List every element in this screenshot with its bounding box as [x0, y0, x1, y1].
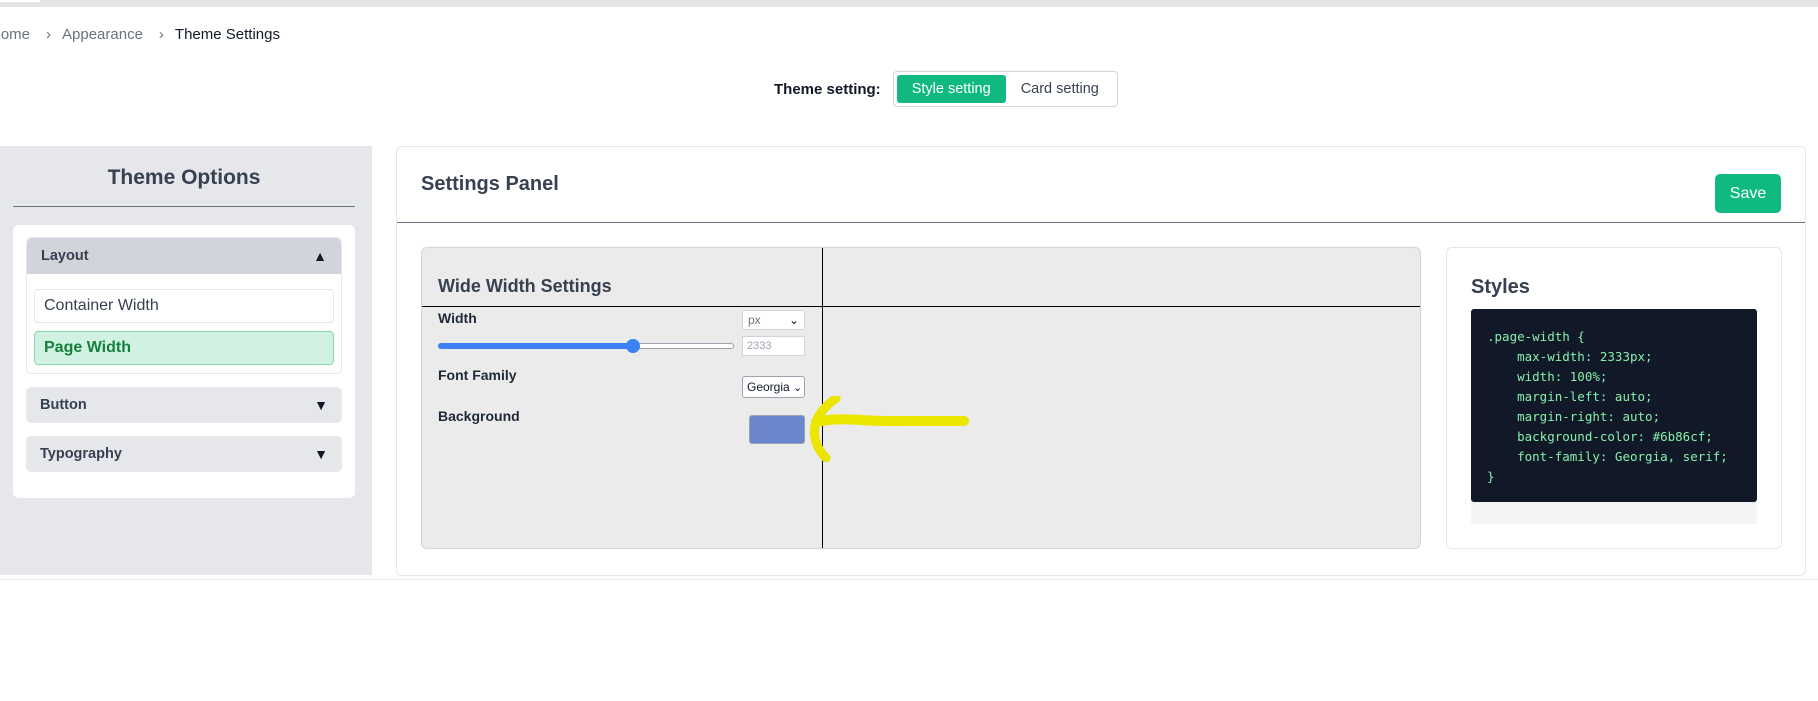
- theme-setting-switch: Theme setting: Style setting Card settin…: [774, 71, 1118, 107]
- option-page-width[interactable]: Page Width: [34, 331, 334, 365]
- unit-select[interactable]: px ⌄: [742, 310, 805, 330]
- horizontal-guide-line: [422, 306, 1420, 307]
- settings-panel: Settings Panel Save Wide Width Settings …: [396, 146, 1806, 576]
- chevron-down-icon: ⌄: [788, 313, 799, 327]
- width-slider[interactable]: [438, 339, 734, 353]
- option-container-width[interactable]: Container Width: [34, 289, 334, 323]
- accordion-layout-header[interactable]: Layout ▲: [27, 238, 341, 274]
- theme-setting-toggle: Style setting Card setting: [892, 71, 1118, 107]
- breadcrumb: Home › Appearance › Theme Settings: [0, 24, 280, 44]
- sidebar-title: Theme Options: [13, 166, 355, 207]
- wide-width-title: Wide Width Settings: [438, 276, 612, 296]
- style-setting-tab[interactable]: Style setting: [896, 75, 1006, 103]
- accordion-typography-label: Typography: [40, 446, 122, 462]
- accordion-typography-header[interactable]: Typography ▼: [26, 436, 342, 472]
- caret-down-icon: ▼: [314, 397, 328, 413]
- caret-up-icon: ▲: [313, 248, 327, 264]
- window-top-bar: [0, 0, 1818, 7]
- settings-panel-header: Settings Panel Save: [397, 147, 1805, 223]
- background-label: Background: [438, 408, 520, 424]
- background-color-picker[interactable]: [749, 415, 805, 444]
- accordion-layout-body: Container Width Page Width: [27, 274, 341, 365]
- settings-panel-title: Settings Panel: [421, 173, 559, 195]
- font-family-value: Georgia: [747, 380, 790, 394]
- wide-width-preview: Wide Width Settings Width px ⌄ 2333 Font…: [421, 247, 1421, 549]
- chevron-right-icon: ›: [158, 25, 164, 43]
- accordion-typography: Typography ▼: [26, 436, 342, 472]
- font-family-label: Font Family: [438, 367, 517, 383]
- top-bar-tab: [0, 0, 40, 2]
- accordion-layout-label: Layout: [41, 248, 89, 264]
- theme-setting-label: Theme setting:: [774, 80, 881, 98]
- highlight-arrow-annotation: [809, 396, 969, 462]
- breadcrumb-current: Theme Settings: [174, 25, 280, 43]
- breadcrumb-home[interactable]: Home: [0, 26, 30, 43]
- css-code-block: .page-width { max-width: 2333px; width: …: [1471, 309, 1757, 502]
- page-divider: [0, 579, 1818, 580]
- theme-options-sidebar: Theme Options Layout ▲ Container Width P…: [0, 146, 372, 575]
- accordion-layout: Layout ▲ Container Width Page Width: [26, 237, 342, 374]
- accordion-button-label: Button: [40, 397, 87, 413]
- slider-fill: [438, 343, 634, 349]
- breadcrumb-appearance[interactable]: Appearance: [62, 26, 143, 43]
- save-button[interactable]: Save: [1715, 174, 1781, 213]
- styles-card: Styles .page-width { max-width: 2333px; …: [1446, 247, 1782, 549]
- chevron-right-icon: ›: [46, 25, 52, 43]
- unit-select-value: px: [748, 313, 761, 327]
- accordion-button: Button ▼: [26, 387, 342, 423]
- width-number-input[interactable]: 2333: [742, 336, 805, 356]
- card-setting-tab[interactable]: Card setting: [1006, 75, 1114, 103]
- accordion-button-header[interactable]: Button ▼: [26, 387, 342, 423]
- width-label: Width: [438, 310, 477, 326]
- code-footer: [1471, 502, 1757, 524]
- sidebar-panel: Layout ▲ Container Width Page Width Butt…: [13, 225, 355, 498]
- slider-thumb[interactable]: [626, 339, 641, 353]
- styles-title: Styles: [1471, 276, 1530, 298]
- chevron-down-icon: ⌄: [793, 381, 803, 394]
- font-family-select[interactable]: Georgia ⌄: [742, 376, 805, 398]
- caret-down-icon: ▼: [314, 446, 328, 462]
